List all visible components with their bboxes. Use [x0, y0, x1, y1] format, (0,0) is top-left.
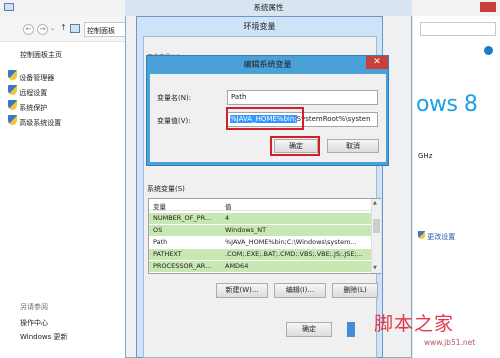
- system-variables-label: 系统变量(S): [147, 185, 185, 193]
- change-settings-link[interactable]: 更改设置: [418, 231, 455, 242]
- value-rest-text: SystemRoot%\systen: [296, 115, 371, 123]
- sidebar-item-advanced-settings[interactable]: 高级系统设置: [8, 115, 61, 128]
- sidebar-item-device-manager[interactable]: 设备管理器: [8, 70, 54, 83]
- row-variable-value: 4: [225, 214, 230, 222]
- table-row[interactable]: OS Windows_NT: [149, 225, 371, 236]
- watermark-text: 脚本之家: [374, 313, 455, 335]
- row-variable-name: OS: [153, 226, 163, 234]
- scroll-down-icon[interactable]: ▼: [373, 265, 377, 271]
- action-center-link[interactable]: 操作中心: [20, 318, 48, 328]
- search-box[interactable]: [420, 22, 496, 36]
- system-variables-list[interactable]: 变量 值 NUMBER_OF_PR... 4 OS Windows_NT Path %JA…: [148, 198, 381, 274]
- history-chevron-icon[interactable]: ⌄: [50, 25, 55, 32]
- row-variable-value: %JAVA_HOME%bin;C:\Windows\system...: [225, 238, 357, 246]
- system-properties-title: 系统属性: [125, 0, 412, 16]
- table-row[interactable]: PROCESSOR_AR... AMD64: [149, 261, 371, 272]
- cpu-speed-text: GHz: [418, 152, 433, 160]
- shield-icon: [8, 100, 17, 110]
- new-variable-button[interactable]: 新建(W)...: [216, 283, 268, 298]
- shield-icon: [8, 115, 17, 125]
- row-variable-name: Path: [153, 238, 168, 246]
- control-panel-icon: [70, 24, 80, 33]
- row-variable-value: AMD64: [225, 262, 249, 270]
- list-scrollbar[interactable]: ▲ ▼: [371, 199, 381, 273]
- dialog-cancel-button[interactable]: 取消: [327, 139, 379, 153]
- row-variable-value: Windows_NT: [225, 226, 267, 234]
- row-variable-value: .COM;.EXE;.BAT;.CMD;.VBS;.VBE;.JS;.JSE;.…: [225, 250, 363, 258]
- edit-variable-title: 编辑系统变量: [243, 60, 292, 69]
- scroll-up-icon[interactable]: ▲: [373, 200, 377, 206]
- partial-button[interactable]: [347, 322, 355, 337]
- edit-variable-button[interactable]: 编辑(I)...: [274, 283, 326, 298]
- table-row[interactable]: NUMBER_OF_PR... 4: [149, 213, 371, 224]
- windows-update-link[interactable]: Windows 更新: [20, 332, 67, 342]
- sidebar-home-link[interactable]: 控制面板主页: [20, 50, 62, 60]
- back-arrow-icon[interactable]: ←: [23, 24, 34, 35]
- computer-icon: [4, 3, 14, 11]
- scroll-thumb[interactable]: [373, 219, 380, 233]
- breadcrumb-control-panel[interactable]: 控制面板: [87, 27, 115, 35]
- watermark-url: www.jb51.net: [424, 338, 476, 347]
- close-window-icon[interactable]: [480, 2, 496, 12]
- environment-ok-button[interactable]: 确定: [286, 322, 332, 337]
- column-value[interactable]: 值: [225, 201, 232, 211]
- variable-value-label: 变量值(V):: [157, 117, 191, 125]
- forward-arrow-icon[interactable]: →: [37, 24, 48, 35]
- windows-8-logo-text: ows 8: [416, 92, 478, 117]
- column-variable[interactable]: 变量: [153, 201, 166, 211]
- annotation-highlight-box: [270, 136, 320, 156]
- sidebar-item-remote-settings[interactable]: 远程设置: [8, 85, 47, 98]
- environment-variables-title: 环境变量: [243, 22, 276, 31]
- variable-name-label: 变量名(N):: [157, 94, 192, 102]
- list-header: 变量 值: [149, 199, 371, 211]
- table-row[interactable]: PATHEXT .COM;.EXE;.BAT;.CMD;.VBS;.VBE;.JS…: [149, 249, 371, 260]
- shield-icon: [418, 231, 425, 239]
- delete-variable-button[interactable]: 删除(L): [332, 283, 378, 298]
- shield-icon: [8, 70, 17, 80]
- table-row[interactable]: Path %JAVA_HOME%bin;C:\Windows\system...: [149, 237, 371, 248]
- help-icon[interactable]: [484, 46, 493, 55]
- variable-name-input[interactable]: Path: [227, 90, 378, 105]
- up-arrow-icon[interactable]: ↑: [60, 23, 67, 32]
- shield-icon: [8, 85, 17, 95]
- annotation-highlight-box: [226, 107, 304, 130]
- sidebar-item-system-protection[interactable]: 系统保护: [8, 100, 47, 113]
- row-variable-name: PATHEXT: [153, 250, 182, 258]
- see-also-heading: 另请参阅: [20, 303, 48, 311]
- close-icon[interactable]: ✕: [366, 56, 388, 69]
- row-variable-name: PROCESSOR_AR...: [153, 262, 212, 270]
- row-variable-name: NUMBER_OF_PR...: [153, 214, 212, 222]
